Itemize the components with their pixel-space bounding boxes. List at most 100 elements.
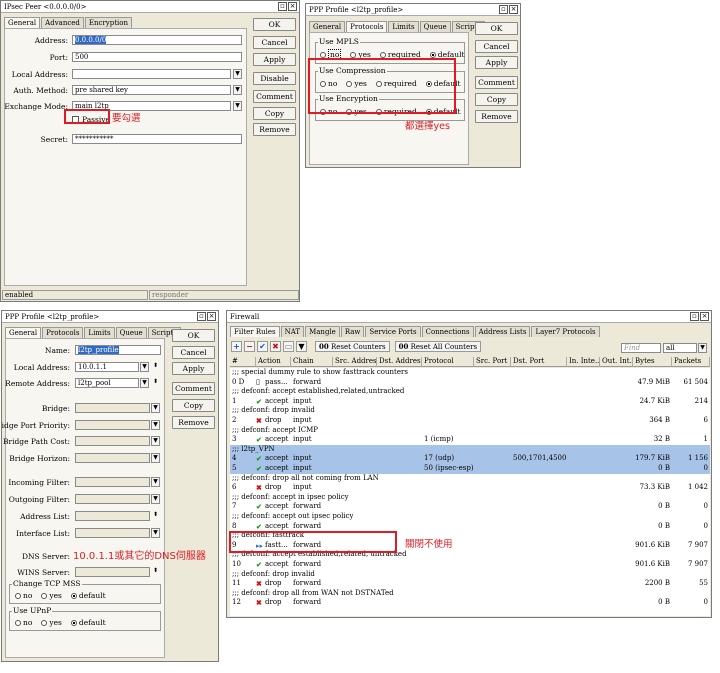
tab-nat[interactable]: NAT (280, 326, 305, 337)
tab-advanced[interactable]: Advanced (41, 17, 84, 28)
table-row[interactable]: 12 ✖ drop forward 0 B0 (230, 598, 710, 608)
bridge-horizon-field[interactable] (75, 453, 150, 463)
table-row[interactable]: 6 ✖ drop input 73.3 KiB 1 042 (230, 483, 710, 493)
tab-filter-rules[interactable]: Filter Rules (230, 326, 280, 337)
radio-default[interactable]: default (70, 618, 106, 627)
disable-button[interactable]: Disable (253, 72, 296, 85)
ok-button[interactable]: OK (475, 22, 518, 35)
close-icon[interactable]: × (207, 312, 216, 321)
remove-icon[interactable]: − (244, 341, 255, 352)
copy-button[interactable]: Copy (253, 107, 296, 120)
col-protocol[interactable]: Protocol (422, 357, 474, 367)
col-in-interface[interactable]: In. Inte... (567, 357, 600, 367)
auth-method-select[interactable]: pre shared key (72, 85, 231, 95)
local-address-field[interactable]: 10.0.1.1 (75, 362, 139, 372)
col-dst-port[interactable]: Dst. Port (511, 357, 567, 367)
bridge-field[interactable] (75, 403, 150, 413)
radio-yes[interactable]: yes (41, 618, 62, 627)
col-out-interface[interactable]: Out. Int... (600, 357, 633, 367)
disable-x-icon[interactable]: ✖ (270, 341, 281, 352)
cancel-button[interactable]: Cancel (475, 40, 518, 53)
chevron-down-icon[interactable]: ▼ (151, 403, 160, 413)
local-address-field[interactable] (72, 69, 231, 79)
secret-field[interactable]: *********** (72, 134, 242, 144)
updown-icon[interactable]: ⬍ (151, 567, 160, 577)
incoming-filter-field[interactable] (75, 477, 150, 487)
restore-icon[interactable]: ▫ (499, 5, 508, 14)
rule-comment-row[interactable]: ;;; defconf: accept established,related,… (230, 387, 710, 397)
restore-icon[interactable]: ▫ (278, 2, 287, 11)
address-field[interactable]: 0.0.0.0/0 (72, 35, 242, 45)
tab-layer7-protocols[interactable]: Layer7 Protocols (531, 326, 600, 337)
radio-default[interactable]: default (70, 591, 106, 600)
updown-icon[interactable]: ⬍ (151, 378, 160, 388)
ok-button[interactable]: OK (172, 329, 215, 342)
rule-comment-row[interactable]: ;;; l2tp_VPN (230, 444, 710, 455)
comment-button[interactable]: Comment (253, 90, 296, 103)
rule-comment-row[interactable]: ;;; defconf: accept ICMP (230, 426, 710, 436)
close-icon[interactable]: × (509, 5, 518, 14)
table-row[interactable]: 2 ✖ drop input 364 B6 (230, 416, 710, 426)
col-chain[interactable]: Chain (291, 357, 333, 367)
tab-mangle[interactable]: Mangle (305, 326, 340, 337)
filter-icon[interactable]: ▼ (296, 341, 307, 352)
chevron-down-icon[interactable]: ▼ (140, 378, 149, 388)
rule-comment-row[interactable]: ;;; defconf: drop invalid (230, 570, 710, 580)
updown-icon[interactable]: ⬍ (151, 511, 160, 521)
chevron-down-icon[interactable]: ▼ (233, 101, 242, 111)
rule-comment-row[interactable]: ;;; defconf: accept out ipsec policy (230, 512, 710, 522)
tab-limits[interactable]: Limits (388, 21, 419, 32)
comment-button[interactable]: Comment (475, 76, 518, 89)
cancel-button[interactable]: Cancel (253, 36, 296, 49)
radio-no[interactable]: no (15, 618, 32, 627)
rule-comment-row[interactable]: ;;; special dummy rule to show fasttrack… (230, 368, 710, 378)
chevron-down-icon[interactable]: ▼ (233, 85, 242, 95)
copy-button[interactable]: Copy (172, 399, 215, 412)
reset-all-counters-button[interactable]: 00 Reset All Counters (394, 341, 482, 352)
table-row[interactable]: 8 ✔ accept forward 0 B0 (230, 522, 710, 532)
remove-button[interactable]: Remove (172, 416, 215, 429)
close-icon[interactable]: × (288, 2, 297, 11)
chevron-down-icon[interactable]: ▼ (233, 69, 242, 79)
chevron-down-icon[interactable]: ▼ (151, 436, 160, 446)
tab-queue[interactable]: Queue (115, 327, 147, 338)
tab-address-lists[interactable]: Address Lists (474, 326, 531, 337)
tab-protocols[interactable]: Protocols (346, 21, 388, 32)
tab-general[interactable]: General (5, 327, 42, 338)
copy-button[interactable]: Copy (475, 93, 518, 106)
table-row[interactable]: 0 D ▯ pass... forward 47.9 MiB 61 504 (230, 378, 710, 388)
col-action[interactable]: Action (256, 357, 291, 367)
port-field[interactable]: 500 (72, 52, 242, 62)
tab-queue[interactable]: Queue (419, 21, 451, 32)
enable-check-icon[interactable]: ✔ (257, 341, 268, 352)
radio-yes[interactable]: yes (41, 591, 62, 600)
restore-icon[interactable]: ▫ (197, 312, 206, 321)
find-input[interactable]: Find (621, 343, 661, 353)
apply-button[interactable]: Apply (253, 53, 296, 66)
remote-address-field[interactable]: l2tp_pool (75, 378, 139, 388)
outgoing-filter-field[interactable] (75, 494, 150, 504)
bridge-port-priority-field[interactable] (75, 420, 150, 430)
tab-connections[interactable]: Connections (421, 326, 474, 337)
bridge-path-cost-field[interactable] (75, 436, 150, 446)
add-icon[interactable]: + (231, 341, 242, 352)
col-src-port[interactable]: Src. Port (474, 357, 511, 367)
tab-general[interactable]: General (309, 21, 346, 32)
remove-button[interactable]: Remove (253, 123, 296, 136)
col-dst-address[interactable]: Dst. Address (377, 357, 422, 367)
col-packets[interactable]: Packets (672, 357, 710, 367)
chevron-down-icon[interactable]: ▼ (151, 420, 160, 430)
name-field[interactable]: l2tp_profile (75, 345, 161, 355)
tab-encryption[interactable]: Encryption (84, 17, 132, 28)
close-icon[interactable]: × (700, 312, 709, 321)
reset-counters-button[interactable]: 00 Reset Counters (315, 341, 390, 352)
chevron-down-icon[interactable]: ▼ (151, 477, 160, 487)
comment-icon[interactable]: ▭ (283, 341, 294, 352)
apply-button[interactable]: Apply (475, 56, 518, 69)
radio-no[interactable]: no (15, 591, 32, 600)
wins-server-field[interactable] (75, 567, 150, 577)
chain-filter-select[interactable]: all (663, 343, 697, 353)
chevron-down-icon[interactable]: ▼ (151, 453, 160, 463)
table-row[interactable]: 7 ✔ accept forward 0 B0 (230, 502, 710, 512)
chevron-down-icon[interactable]: ▼ (151, 494, 160, 504)
